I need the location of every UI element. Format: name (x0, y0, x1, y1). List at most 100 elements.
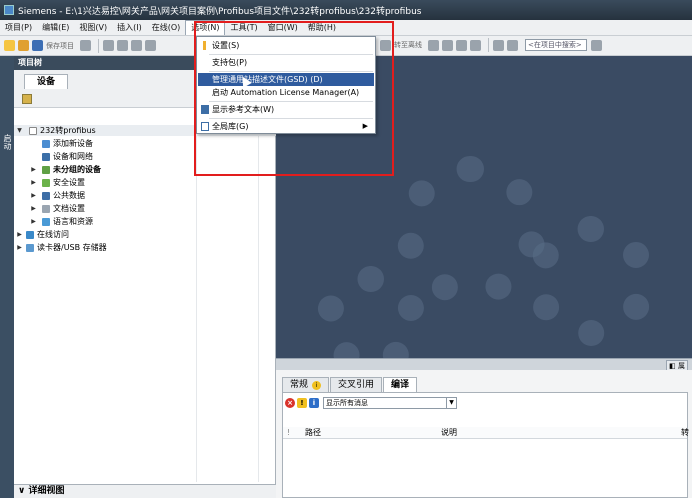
delete-icon[interactable] (145, 40, 156, 51)
collapsed-arrow-icon[interactable]: ▶ (30, 177, 37, 188)
save-project-icon[interactable] (32, 40, 43, 51)
menu-tools[interactable]: 工具(T) (225, 20, 262, 36)
menu-item-license-manager[interactable]: 启动 Automation License Manager(A) (198, 86, 374, 99)
menu-separator (209, 101, 373, 102)
tree-node-ungrouped-devices[interactable]: ▶ 未分组的设备 (14, 164, 276, 175)
inspector-window: 常规 i 交叉引用 编译 × ! i 显示所有消息 ▼ ! 路径 说明 转 (276, 370, 692, 498)
compile-messages-panel: × ! i 显示所有消息 ▼ ! 路径 说明 转 (282, 392, 689, 498)
menu-item-settings[interactable]: 设置(S) (198, 39, 374, 52)
options-menu-dropdown: 设置(S) 支持包(P) 管理通用站描述文件(GSD) (D) 启动 Autom… (196, 36, 376, 134)
project-search-input[interactable]: <在项目中搜索> (525, 39, 587, 51)
menu-item-support-packages[interactable]: 支持包(P) (198, 56, 374, 69)
paste-icon[interactable] (131, 40, 142, 51)
tree-node-label: 设备和网络 (53, 152, 93, 161)
collapsed-arrow-icon[interactable]: ▶ (30, 190, 37, 201)
folder-icon (42, 165, 50, 174)
tree-node-label: 公共数据 (53, 191, 85, 200)
menu-item-label: 管理通用站描述文件(GSD) (D) (212, 75, 323, 84)
error-filter-icon[interactable]: × (285, 398, 295, 408)
tree-column-divider (258, 122, 259, 482)
tree-node-security-settings[interactable]: ▶ 安全设置 (14, 177, 276, 188)
tree-node-devices-networks[interactable]: 设备和网络 (14, 151, 276, 162)
collapsed-arrow-icon[interactable]: ▶ (30, 203, 37, 214)
stop-cpu-icon[interactable] (456, 39, 467, 51)
tree-node-online-access[interactable]: ▶ 在线访问 (14, 229, 276, 240)
chevron-down-icon[interactable]: ▼ (446, 398, 456, 408)
go-online-icon[interactable] (380, 39, 391, 51)
tia-portal-window: Siemens - E:\1兴达易控\网关产品\网关项目案例\Profibus项… (0, 0, 692, 498)
column-goto[interactable]: 转 (681, 427, 689, 439)
menu-insert[interactable]: 插入(I) (112, 20, 147, 36)
menu-item-label: 启动 Automation License Manager(A) (212, 88, 360, 97)
message-filter-select[interactable]: 显示所有消息 ▼ (323, 397, 457, 409)
tree-column-divider (196, 122, 197, 482)
portal-side-strip: 启动 (0, 56, 14, 498)
tree-node-label: 添加新设备 (53, 139, 93, 148)
menu-item-label: 支持包(P) (212, 58, 248, 67)
cross-reference-icon[interactable] (470, 39, 481, 51)
menu-window[interactable]: 窗口(W) (263, 20, 303, 36)
document-icon (42, 204, 50, 213)
tree-node-add-device[interactable]: 添加新设备 (14, 138, 276, 149)
menu-project[interactable]: 项目(P) (0, 20, 37, 36)
expanded-arrow-icon[interactable]: ▼ (16, 125, 23, 136)
save-project-button[interactable]: 保存项目 (46, 41, 74, 51)
app-logo-icon (4, 5, 14, 15)
language-icon (42, 217, 50, 226)
tree-node-label: 文档设置 (53, 204, 85, 213)
global-library-icon (201, 122, 209, 131)
search-binoculars-icon[interactable] (591, 39, 602, 51)
collapsed-arrow-icon[interactable]: ▶ (16, 229, 23, 240)
menu-item-manage-gsd[interactable]: 管理通用站描述文件(GSD) (D) (198, 73, 374, 86)
tree-node-languages-resources[interactable]: ▶ 语言和资源 (14, 216, 276, 227)
network-icon (42, 152, 50, 161)
collapse-arrow-icon[interactable]: ∨ (18, 486, 28, 496)
menu-separator (209, 71, 373, 72)
menu-options[interactable]: 选项(N) (185, 20, 226, 35)
go-offline-button[interactable]: 转至离线 (394, 40, 422, 50)
print-icon[interactable] (80, 40, 91, 51)
tree-node-card-reader[interactable]: ▶ 读卡器/USB 存储器 (14, 242, 276, 253)
collapsed-arrow-icon[interactable]: ▶ (30, 216, 37, 227)
menu-item-label: 全局库(G) (212, 122, 249, 131)
menu-item-global-libraries[interactable]: 全局库(G) ▶ (198, 120, 374, 133)
tab-general[interactable]: 常规 i (282, 377, 330, 392)
message-filters: × ! i 显示所有消息 ▼ (285, 397, 457, 409)
new-project-icon[interactable] (4, 40, 15, 51)
menu-view[interactable]: 视图(V) (74, 20, 112, 36)
menu-item-label: 显示参考文本(W) (212, 105, 275, 114)
cut-icon[interactable] (103, 40, 114, 51)
menu-edit[interactable]: 编辑(E) (37, 20, 74, 36)
tree-node-document-settings[interactable]: ▶ 文档设置 (14, 203, 276, 214)
split-horizontal-icon[interactable] (493, 39, 504, 51)
security-icon (42, 178, 50, 187)
tree-node-label: 232转profibus (40, 126, 96, 135)
column-description[interactable]: 说明 (441, 427, 457, 439)
reference-text-icon (201, 105, 209, 114)
accessible-devices-icon[interactable] (428, 39, 439, 51)
tab-compile[interactable]: 编译 (383, 377, 418, 392)
split-vertical-icon[interactable] (507, 39, 518, 51)
collapsed-arrow-icon[interactable]: ▶ (16, 242, 23, 253)
menu-item-reference-text[interactable]: 显示参考文本(W) (198, 103, 374, 116)
devices-tab[interactable]: 设备 (24, 74, 68, 89)
start-portal-tab[interactable]: 启动 (2, 134, 13, 150)
start-simulation-icon[interactable] (442, 39, 453, 51)
info-filter-icon[interactable]: i (309, 398, 319, 408)
info-icon: i (312, 380, 322, 390)
warning-filter-icon[interactable]: ! (297, 398, 307, 408)
column-path[interactable]: 路径 (305, 427, 321, 439)
tree-node-common-data[interactable]: ▶ 公共数据 (14, 190, 276, 201)
open-project-icon[interactable] (18, 40, 29, 51)
collapsed-arrow-icon[interactable]: ▶ (30, 164, 37, 175)
details-view-label: 详细视图 (28, 486, 65, 496)
details-view-bar[interactable]: ∨ 详细视图 (14, 484, 276, 498)
tab-cross-references[interactable]: 交叉引用 (330, 377, 383, 392)
copy-icon[interactable] (117, 40, 128, 51)
submenu-arrow-icon: ▶ (362, 122, 368, 130)
menu-help[interactable]: 帮助(H) (303, 20, 341, 36)
menu-online[interactable]: 在线(O) (147, 20, 186, 36)
common-data-icon (42, 191, 50, 200)
title-bar: Siemens - E:\1兴达易控\网关产品\网关项目案例\Profibus项… (0, 0, 692, 20)
tree-toolbar-icon[interactable] (22, 94, 32, 104)
